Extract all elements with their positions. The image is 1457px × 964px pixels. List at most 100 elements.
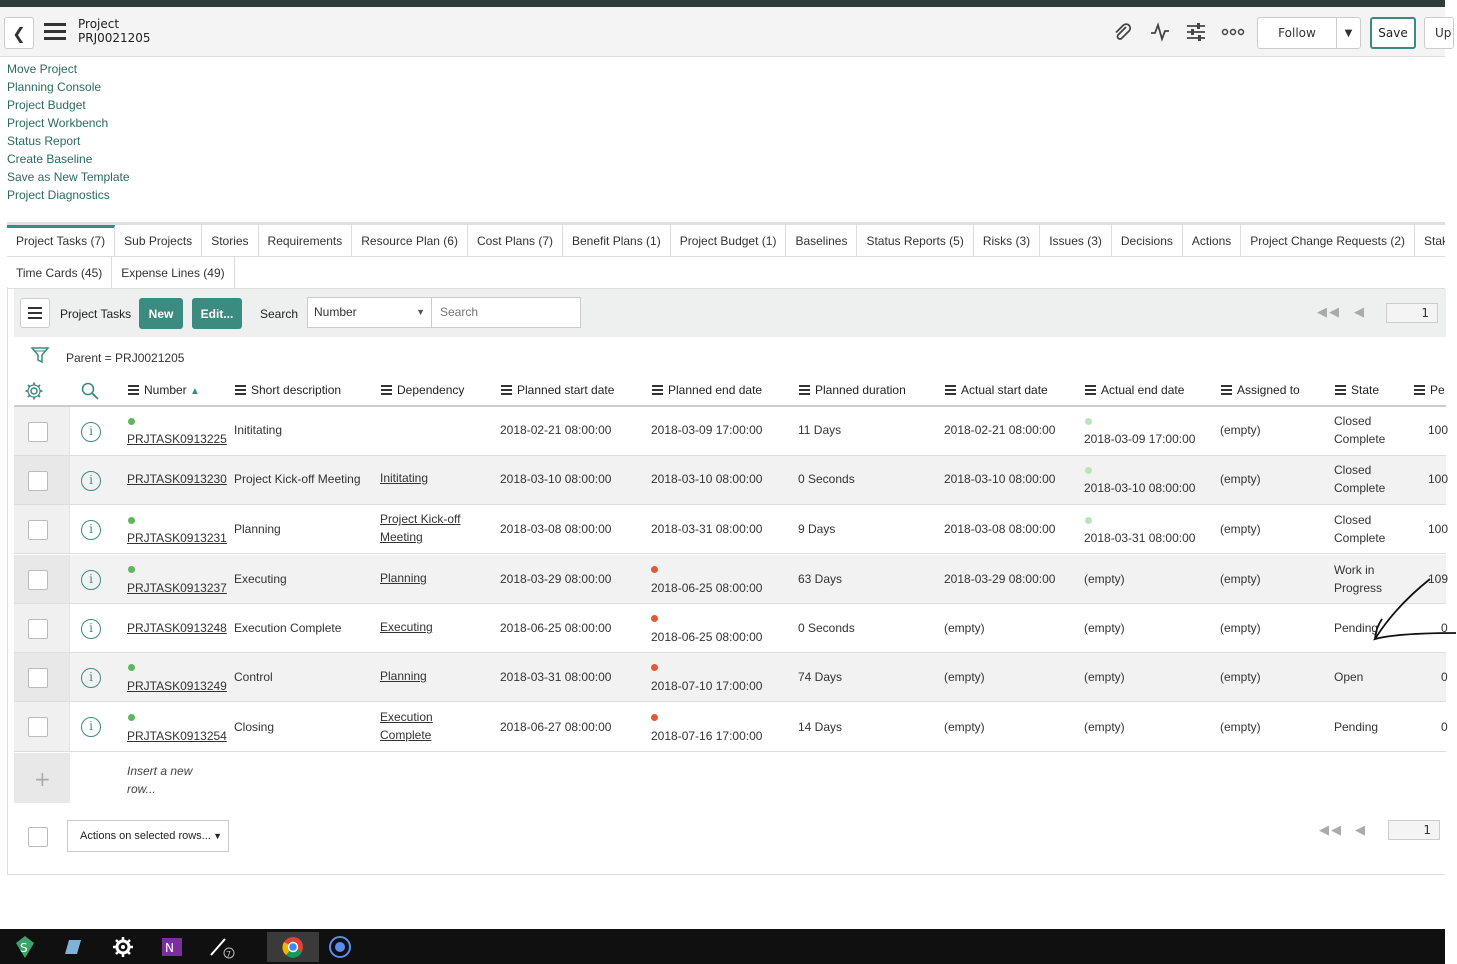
search-input[interactable]: Search (431, 297, 581, 328)
table-row[interactable]: i PRJTASK0913231 Planning Project Kick-o… (14, 505, 1448, 554)
row-checkbox[interactable] (28, 422, 48, 442)
tab-status-reports[interactable]: Status Reports (5) (857, 225, 974, 256)
info-icon[interactable]: i (81, 717, 101, 737)
insert-row[interactable]: + Insert a new row... (14, 753, 1446, 803)
sliders-icon[interactable] (1184, 21, 1208, 45)
task-number-link[interactable]: PRJTASK0913225 (127, 430, 227, 448)
link-create-baseline[interactable]: Create Baseline (7, 150, 130, 168)
link-project-budget[interactable]: Project Budget (7, 96, 130, 114)
pen-icon[interactable]: 7 (206, 932, 236, 962)
activity-icon[interactable] (1148, 21, 1172, 45)
list-settings-icon[interactable] (24, 381, 44, 404)
task-number-link[interactable]: PRJTASK0913231 (127, 529, 227, 547)
row-checkbox[interactable] (28, 520, 48, 540)
link-planning-console[interactable]: Planning Console (7, 78, 130, 96)
table-row[interactable]: i PRJTASK0913237 Executing Planning 2018… (14, 555, 1448, 604)
column-assigned-to[interactable]: Assigned to (1221, 383, 1300, 397)
link-move-project[interactable]: Move Project (7, 60, 130, 78)
notepad-icon[interactable] (58, 932, 88, 962)
back-button[interactable]: ❮ (4, 17, 34, 49)
info-icon[interactable]: i (81, 422, 101, 442)
link-project-diagnostics[interactable]: Project Diagnostics (7, 186, 130, 204)
row-checkbox[interactable] (28, 570, 48, 590)
table-row[interactable]: i PRJTASK0913254 Closing Execution Comple… (14, 702, 1448, 752)
tab-sub-projects[interactable]: Sub Projects (115, 225, 203, 256)
dependency-link[interactable]: Executing (380, 618, 433, 636)
task-number-link[interactable]: PRJTASK0913254 (127, 727, 227, 745)
app-icon[interactable] (325, 932, 355, 962)
table-row[interactable]: i PRJTASK0913225 Inititating 2018-02-21 … (14, 407, 1448, 456)
edit-button[interactable]: Edit... (192, 298, 242, 329)
row-checkbox[interactable] (28, 471, 48, 491)
tab-baselines[interactable]: Baselines (786, 225, 858, 256)
menu-icon[interactable] (44, 23, 66, 43)
follow-dropdown-button[interactable]: ▼ (1336, 17, 1361, 49)
previous-page-icon[interactable]: ◀ (1354, 305, 1366, 320)
table-row[interactable]: i PRJTASK0913249 Control Planning 2018-0… (14, 653, 1448, 702)
chrome-icon[interactable] (267, 932, 319, 962)
previous-page-icon[interactable]: ◀ (1355, 823, 1367, 838)
link-project-workbench[interactable]: Project Workbench (7, 114, 130, 132)
tab-stakeholders[interactable]: Stakeh (1415, 225, 1445, 256)
column-state[interactable]: State (1335, 383, 1379, 397)
column-actual-start[interactable]: Actual start date (945, 383, 1048, 397)
first-page-icon[interactable]: ◀◀ (1319, 823, 1343, 838)
tab-stories[interactable]: Stories (202, 225, 259, 256)
column-short-description[interactable]: Short description (235, 383, 341, 397)
stealth-icon[interactable]: S (10, 932, 40, 962)
link-save-as-template[interactable]: Save as New Template (7, 168, 130, 186)
plus-icon[interactable]: + (34, 767, 51, 791)
info-icon[interactable]: i (81, 570, 101, 590)
table-row[interactable]: i PRJTASK0913248 Execution Complete Exec… (14, 604, 1448, 653)
column-planned-end[interactable]: Planned end date (652, 383, 762, 397)
link-status-report[interactable]: Status Report (7, 132, 130, 150)
select-all-checkbox[interactable] (28, 827, 48, 847)
tab-project-tasks[interactable]: Project Tasks (7) (7, 225, 116, 256)
page-number-input[interactable]: 1 (1388, 820, 1440, 840)
task-number-link[interactable]: PRJTASK0913230 (127, 470, 227, 488)
dependency-link[interactable]: Project Kick-off Meeting (380, 510, 460, 546)
first-page-icon[interactable]: ◀◀ (1317, 305, 1341, 320)
column-planned-duration[interactable]: Planned duration (799, 383, 906, 397)
task-number-link[interactable]: PRJTASK0913249 (127, 677, 227, 695)
dependency-link[interactable]: Inititating (380, 469, 428, 487)
column-dependency[interactable]: Dependency (381, 383, 464, 397)
row-checkbox[interactable] (28, 619, 48, 639)
tab-issues[interactable]: Issues (3) (1040, 225, 1112, 256)
dependency-link[interactable]: Planning (380, 667, 427, 685)
tab-requirements[interactable]: Requirements (259, 225, 353, 256)
more-options-icon[interactable] (1221, 21, 1245, 45)
follow-button[interactable]: Follow (1257, 17, 1337, 49)
tab-time-cards[interactable]: Time Cards (45) (7, 257, 113, 288)
actions-select[interactable]: Actions on selected rows... ▼ (67, 820, 229, 852)
info-icon[interactable]: i (81, 520, 101, 540)
dependency-link[interactable]: Execution Complete (380, 708, 433, 744)
tab-cost-plans[interactable]: Cost Plans (7) (468, 225, 563, 256)
save-button[interactable]: Save (1370, 17, 1416, 49)
new-button[interactable]: New (139, 298, 183, 329)
settings-icon[interactable] (108, 932, 138, 962)
column-number[interactable]: Number ▲ (128, 383, 200, 397)
tab-decisions[interactable]: Decisions (1112, 225, 1183, 256)
column-percent[interactable]: Pe (1414, 383, 1445, 397)
task-number-link[interactable]: PRJTASK0913248 (127, 619, 227, 637)
row-checkbox[interactable] (28, 668, 48, 688)
tab-change-requests[interactable]: Project Change Requests (2) (1241, 225, 1416, 256)
filter-breadcrumb[interactable]: Parent = PRJ0021205 (66, 351, 184, 365)
tab-benefit-plans[interactable]: Benefit Plans (1) (563, 225, 671, 256)
dependency-link[interactable]: Planning (380, 569, 427, 587)
list-menu-icon[interactable] (20, 298, 50, 328)
task-number-link[interactable]: PRJTASK0913237 (127, 579, 227, 597)
table-row[interactable]: i PRJTASK0913230 Project Kick-off Meetin… (14, 456, 1448, 505)
insert-row-text[interactable]: Insert a new row... (127, 762, 192, 798)
page-number-input[interactable]: 1 (1386, 303, 1438, 323)
tab-resource-plan[interactable]: Resource Plan (6) (352, 225, 468, 256)
search-field-select[interactable]: Number ▼ (307, 297, 432, 328)
tab-project-budget[interactable]: Project Budget (1) (671, 225, 787, 256)
column-search-icon[interactable] (80, 381, 100, 404)
tab-expense-lines[interactable]: Expense Lines (49) (112, 257, 235, 288)
tab-risks[interactable]: Risks (3) (974, 225, 1041, 256)
onenote-icon[interactable]: N (157, 932, 187, 962)
tab-actions[interactable]: Actions (1183, 225, 1242, 256)
update-button[interactable]: Up (1424, 17, 1454, 49)
